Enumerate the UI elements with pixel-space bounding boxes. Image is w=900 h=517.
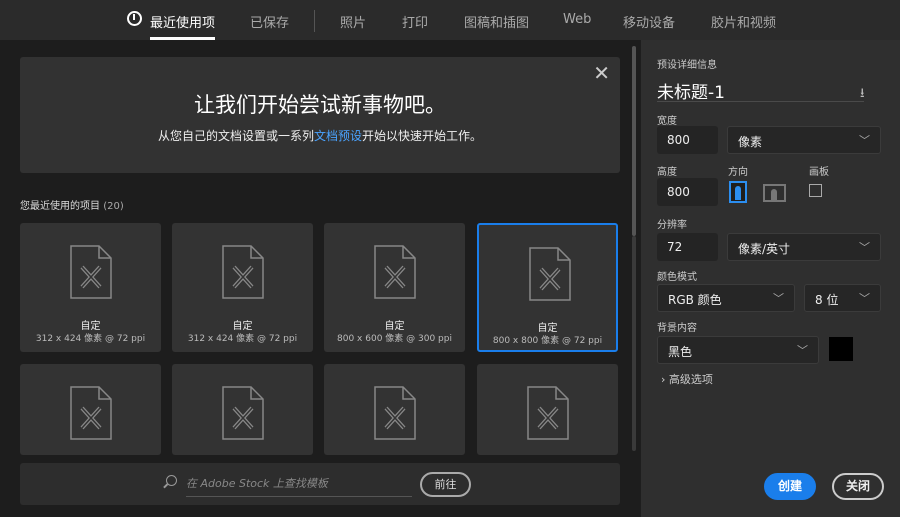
stock-search-input[interactable]: 在 Adobe Stock 上查找模板 (186, 475, 412, 497)
bit-depth-value: 8 位 (815, 293, 838, 307)
preset-name: 自定 (20, 317, 161, 332)
banner-text: 从您自己的文档设置或一系列文档预设开始以快速开始工作。 (20, 127, 620, 144)
tab-mobile[interactable]: 移动设备 (623, 12, 675, 31)
bit-depth-select[interactable]: 8 位 ﹀ (804, 284, 881, 312)
chevron-down-icon: ﹀ (773, 290, 784, 306)
width-input[interactable]: 800 (657, 126, 718, 154)
chevron-right-icon: › (661, 373, 665, 386)
recent-title: 您最近使用的项目 (20) (20, 197, 124, 212)
landscape-icon[interactable] (763, 184, 786, 202)
chevron-down-icon: ﹀ (859, 239, 870, 255)
width-unit-select[interactable]: 像素 ﹀ (727, 126, 881, 154)
preset-dimensions: 800 x 800 像素 @ 72 ppi (479, 333, 616, 346)
recent-count: (20) (103, 201, 124, 212)
presets-area: ✕ 让我们开始尝试新事物吧。 从您自己的文档设置或一系列文档预设开始以快速开始工… (0, 40, 640, 517)
background-select[interactable]: 黑色 ﹀ (657, 336, 819, 364)
color-mode-label: 颜色模式 (657, 268, 697, 283)
width-label: 宽度 (657, 112, 677, 127)
width-unit-value: 像素 (738, 135, 762, 149)
go-button[interactable]: 前往 (420, 472, 471, 497)
background-color-swatch[interactable] (829, 337, 853, 361)
scrollbar-thumb[interactable] (632, 46, 636, 236)
document-presets-link[interactable]: 文档预设 (314, 129, 362, 143)
banner-text-before: 从您自己的文档设置或一系列 (158, 129, 314, 143)
advanced-options-label: 高级选项 (669, 373, 713, 386)
recent-preset-card[interactable] (477, 364, 618, 455)
preset-name: 自定 (172, 317, 313, 332)
tab-bar: 最近使用项 已保存 照片 打印 图稿和插图 Web 移动设备 胶片和视频 (0, 0, 900, 40)
welcome-banner: ✕ 让我们开始尝试新事物吧。 从您自己的文档设置或一系列文档预设开始以快速开始工… (20, 57, 620, 173)
height-input[interactable]: 800 (657, 178, 718, 206)
banner-text-after: 开始以快速开始工作。 (362, 129, 482, 143)
advanced-options-toggle[interactable]: › 高级选项 (661, 371, 713, 387)
artboard-checkbox[interactable] (809, 184, 822, 197)
color-mode-select[interactable]: RGB 颜色 ﹀ (657, 284, 795, 312)
background-value: 黑色 (668, 345, 692, 359)
tab-photo[interactable]: 照片 (340, 12, 366, 31)
recent-preset-card[interactable]: 自定800 x 600 像素 @ 300 ppi (324, 223, 465, 352)
tab-saved[interactable]: 已保存 (250, 12, 289, 31)
preset-dimensions: 312 x 424 像素 @ 72 ppi (20, 331, 161, 344)
scrollbar-track[interactable] (632, 236, 636, 451)
resolution-unit-value: 像素/英寸 (738, 242, 790, 256)
color-mode-value: RGB 颜色 (668, 293, 722, 307)
recent-preset-card[interactable]: 自定312 x 424 像素 @ 72 ppi (172, 223, 313, 352)
tab-art[interactable]: 图稿和插图 (464, 12, 529, 31)
recent-title-text: 您最近使用的项目 (20, 201, 100, 212)
banner-title: 让我们开始尝试新事物吧。 (20, 89, 620, 119)
portrait-icon[interactable] (729, 181, 747, 203)
tab-recent[interactable]: 最近使用项 (150, 12, 215, 31)
tab-film[interactable]: 胶片和视频 (711, 12, 776, 31)
recent-preset-card[interactable]: 自定800 x 800 像素 @ 72 ppi (477, 223, 618, 352)
preset-details-panel: 预设详细信息 未标题-1 ⭳ 宽度 800 像素 ﹀ 高度 方向 画板 800 分… (641, 40, 900, 517)
save-preset-icon[interactable]: ⭳ (860, 84, 865, 106)
preset-name: 自定 (324, 317, 465, 332)
close-banner-icon[interactable]: ✕ (593, 61, 610, 85)
close-button[interactable]: 关闭 (832, 473, 884, 500)
document-name-input[interactable]: 未标题-1 (657, 78, 864, 102)
recent-preset-card[interactable] (20, 364, 161, 455)
recent-preset-card[interactable]: 自定312 x 424 像素 @ 72 ppi (20, 223, 161, 352)
height-label: 高度 (657, 163, 677, 178)
stock-search-bar: 在 Adobe Stock 上查找模板 前往 (20, 463, 620, 505)
preset-dimensions: 800 x 600 像素 @ 300 ppi (324, 331, 465, 344)
artboard-label: 画板 (809, 163, 829, 178)
resolution-input[interactable]: 72 (657, 233, 718, 261)
orientation-label: 方向 (728, 163, 748, 178)
background-label: 背景内容 (657, 319, 697, 334)
search-icon (166, 475, 177, 486)
chevron-down-icon: ﹀ (859, 132, 870, 148)
tab-print[interactable]: 打印 (402, 12, 428, 31)
resolution-label: 分辨率 (657, 216, 687, 231)
chevron-down-icon: ﹀ (859, 290, 870, 306)
clock-icon (127, 11, 142, 26)
tab-web[interactable]: Web (563, 12, 591, 27)
tab-divider (314, 10, 315, 32)
resolution-unit-select[interactable]: 像素/英寸 ﹀ (727, 233, 881, 261)
preset-dimensions: 312 x 424 像素 @ 72 ppi (172, 331, 313, 344)
chevron-down-icon: ﹀ (797, 342, 808, 358)
details-header: 预设详细信息 (657, 56, 717, 71)
preset-name: 自定 (479, 319, 616, 334)
create-button[interactable]: 创建 (764, 473, 816, 500)
recent-preset-card[interactable] (324, 364, 465, 455)
recent-preset-card[interactable] (172, 364, 313, 455)
